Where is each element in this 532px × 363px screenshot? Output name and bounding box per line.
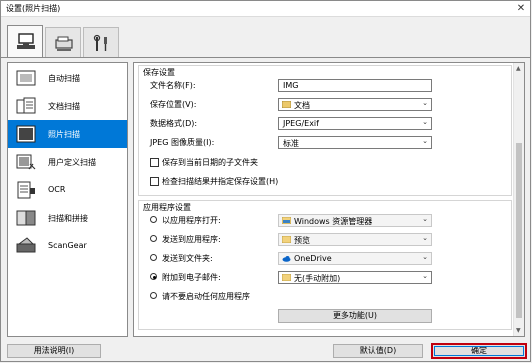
sidebar-item-ocr[interactable]: OCR <box>8 176 127 204</box>
check-results-checkbox[interactable] <box>150 177 159 186</box>
sidebar-item-document-scan[interactable]: 文档扫描 <box>8 92 127 120</box>
scanner-from-operation-panel-icon <box>55 36 73 51</box>
sidebar-item-label: 文档扫描 <box>48 102 80 111</box>
sidebar-item-custom-scan[interactable]: 用户定义扫描 <box>8 148 127 176</box>
sidebar-item-label: 自动扫描 <box>48 74 80 83</box>
sidebar-item-label: 照片扫描 <box>48 130 80 139</box>
tab-general-settings[interactable] <box>83 27 119 57</box>
documents-folder-icon <box>282 101 291 108</box>
file-name-input[interactable]: IMG <box>278 79 432 92</box>
chevron-down-icon: ⌄ <box>422 99 428 107</box>
tab-scan-from-computer[interactable] <box>7 25 43 58</box>
jpeg-quality-select[interactable]: 标准 ⌄ <box>278 136 432 149</box>
send-to-app-select[interactable]: 预览 ⌄ <box>278 233 432 246</box>
scan-and-stitch-icon <box>16 210 36 226</box>
general-settings-tools-icon <box>93 34 107 51</box>
open-with-app-select[interactable]: Windows 资源管理器 ⌄ <box>278 214 432 227</box>
radio-open-with-app[interactable] <box>150 216 157 223</box>
data-format-value: JPEG/Exif <box>283 119 319 128</box>
scroll-up-icon[interactable]: ▲ <box>516 65 521 72</box>
windows-explorer-icon <box>282 217 291 224</box>
more-functions-button[interactable]: 更多功能(U) <box>278 309 432 323</box>
save-in-select[interactable]: 文档 ⌄ <box>278 98 432 111</box>
data-format-select[interactable]: JPEG/Exif ⌄ <box>278 117 432 130</box>
save-in-value: 文档 <box>294 101 310 110</box>
sidebar-item-label: 用户定义扫描 <box>48 158 96 167</box>
tab-scan-from-panel[interactable] <box>45 27 81 57</box>
custom-scan-icon <box>16 154 36 170</box>
subfolder-label: 保存到当前日期的子文件夹 <box>162 158 258 167</box>
scanner-from-computer-icon <box>17 33 35 49</box>
radio-send-to-folder[interactable] <box>150 254 157 261</box>
folder-icon <box>282 274 291 281</box>
app-settings-title: 应用程序设置 <box>143 203 191 212</box>
data-format-label: 数据格式(D): <box>150 119 198 128</box>
send-to-folder-label: 发送到文件夹: <box>162 254 213 263</box>
onedrive-icon <box>282 256 291 262</box>
sidebar-item-label: 扫描和拼接 <box>48 214 88 223</box>
defaults-button[interactable]: 默认值(D) <box>333 344 423 358</box>
jpeg-quality-label: JPEG 图像质量(I): <box>150 138 215 147</box>
chevron-down-icon: ⌄ <box>422 253 428 261</box>
save-settings-title: 保存设置 <box>143 68 175 77</box>
jpeg-quality-value: 标准 <box>283 139 299 148</box>
subfolder-checkbox[interactable] <box>150 158 159 167</box>
scangear-icon <box>16 237 36 253</box>
send-to-folder-select[interactable]: OneDrive ⌄ <box>278 252 432 265</box>
file-name-value: IMG <box>283 81 299 90</box>
settings-panel: 保存设置 文件名称(F): IMG 保存位置(V): 文档 ⌄ 数据格式(D):… <box>133 62 525 337</box>
open-with-app-value: Windows 资源管理器 <box>294 217 373 226</box>
attach-to-email-value: 无(手动附加) <box>294 274 341 283</box>
sidebar-item-scan-and-stitch[interactable]: 扫描和拼接 <box>8 204 127 232</box>
send-to-folder-value: OneDrive <box>294 254 332 263</box>
app-settings-group: 应用程序设置 以应用程序打开: Windows 资源管理器 ⌄ 发送到应用程序:… <box>138 200 512 330</box>
document-scan-icon <box>16 97 36 114</box>
send-to-app-value: 预览 <box>294 236 310 245</box>
save-settings-group: 保存设置 文件名称(F): IMG 保存位置(V): 文档 ⌄ 数据格式(D):… <box>138 65 512 196</box>
close-button[interactable]: ✕ <box>512 1 530 16</box>
chevron-down-icon: ⌄ <box>422 234 428 242</box>
sidebar-item-auto-scan[interactable]: 自动扫描 <box>8 64 127 92</box>
window-title: 设置(照片扫描) <box>6 4 61 13</box>
radio-send-to-app[interactable] <box>150 235 157 242</box>
auto-scan-icon <box>16 70 36 86</box>
title-bar: 设置(照片扫描) ✕ <box>1 1 530 17</box>
sidebar-item-photo-scan[interactable]: 照片扫描 <box>8 120 127 148</box>
scan-type-list: 自动扫描 文档扫描 照片扫描 用户定义扫描 OCR 扫描和拼接 ScanGear <box>7 62 128 337</box>
sidebar-item-label: ScanGear <box>48 241 87 250</box>
ok-button[interactable]: 确定 <box>431 343 527 359</box>
scroll-down-icon[interactable]: ▼ <box>516 327 521 334</box>
tab-separator <box>1 57 530 58</box>
file-name-label: 文件名称(F): <box>150 81 196 90</box>
chevron-down-icon: ⌄ <box>422 137 428 145</box>
do-not-start-app-label: 请不要启动任何应用程序 <box>162 292 250 301</box>
chevron-down-icon: ⌄ <box>422 272 428 280</box>
open-with-app-label: 以应用程序打开: <box>162 216 221 225</box>
send-to-app-label: 发送到应用程序: <box>162 235 221 244</box>
chevron-down-icon: ⌄ <box>422 118 428 126</box>
check-results-label: 检查扫描结果并指定保存设置(H) <box>162 177 279 186</box>
tab-bar <box>1 16 530 58</box>
settings-dialog: 设置(照片扫描) ✕ 自动扫描 文档扫描 照片扫描 用户定义扫描 OCR 扫描和… <box>0 0 531 362</box>
vertical-scrollbar[interactable]: ▲ ▼ <box>513 63 524 336</box>
help-button[interactable]: 用法说明(I) <box>7 344 101 358</box>
sidebar-item-scangear[interactable]: ScanGear <box>8 232 127 260</box>
chevron-down-icon: ⌄ <box>422 215 428 223</box>
save-in-label: 保存位置(V): <box>150 100 197 109</box>
folder-icon <box>282 236 291 243</box>
sidebar-item-label: OCR <box>48 185 66 194</box>
ocr-icon <box>17 181 35 199</box>
radio-attach-to-email[interactable] <box>150 273 157 280</box>
photo-scan-icon <box>16 125 36 143</box>
attach-to-email-label: 附加到电子邮件: <box>162 273 221 282</box>
attach-to-email-select[interactable]: 无(手动附加) ⌄ <box>278 271 432 284</box>
scrollbar-thumb[interactable] <box>516 143 522 318</box>
radio-do-not-start-app[interactable] <box>150 292 157 299</box>
